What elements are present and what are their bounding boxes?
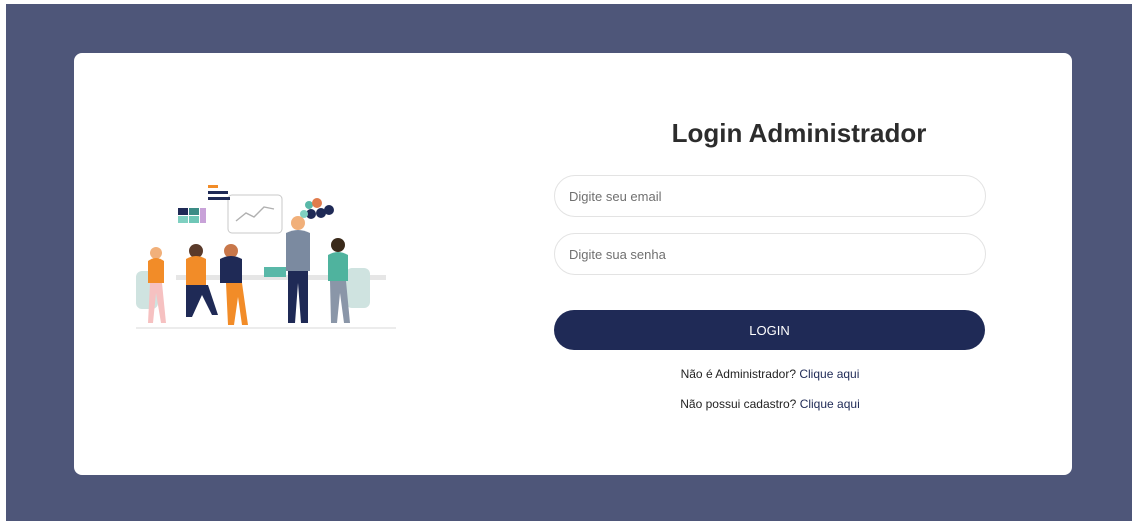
- register-question-text: Não possui cadastro?: [680, 397, 797, 411]
- team-meeting-illustration: [136, 185, 396, 329]
- register-link[interactable]: Clique aqui: [800, 397, 860, 411]
- page-background: Login Administrador LOGIN Não é Administ…: [6, 4, 1132, 521]
- admin-question-text: Não é Administrador?: [680, 367, 796, 381]
- login-card: Login Administrador LOGIN Não é Administ…: [74, 53, 1072, 475]
- page-title: Login Administrador: [671, 118, 927, 148]
- password-field[interactable]: [554, 233, 986, 275]
- register-link-line: Não possui cadastro? Clique aqui: [554, 397, 986, 411]
- admin-link-line: Não é Administrador? Clique aqui: [554, 367, 986, 381]
- login-form: Login Administrador LOGIN Não é Administ…: [554, 53, 994, 475]
- admin-link[interactable]: Clique aqui: [799, 367, 859, 381]
- login-button[interactable]: LOGIN: [554, 310, 985, 350]
- email-field[interactable]: [554, 175, 986, 217]
